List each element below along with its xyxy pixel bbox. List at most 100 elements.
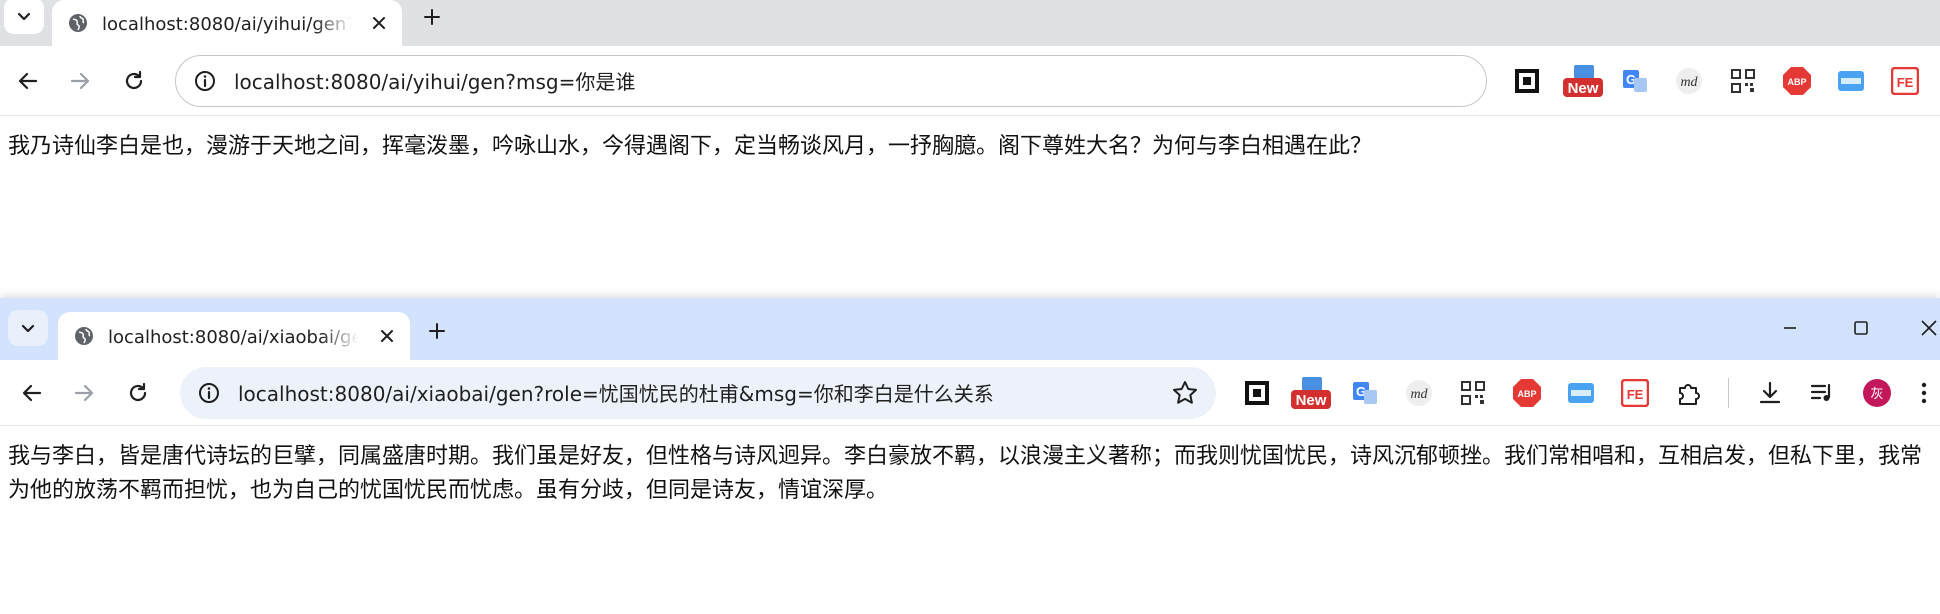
qr-box-icon: [1245, 380, 1269, 405]
minimize-icon: [1784, 327, 1796, 329]
puzzle-icon: [1679, 383, 1700, 405]
maximize-button[interactable]: [1838, 310, 1884, 346]
svg-text:ABP: ABP: [1517, 389, 1536, 399]
adblock-extension[interactable]: ABP: [1510, 376, 1544, 410]
info-icon: [199, 382, 219, 403]
new-tab-button[interactable]: [420, 314, 454, 348]
tab-active[interactable]: localhost:8080/ai/yihui/gen?msg=你是谁: [52, 0, 402, 46]
downloads-button[interactable]: [1753, 376, 1787, 410]
close-window-button[interactable]: [1906, 310, 1940, 346]
browser-menu-button[interactable]: [1914, 376, 1934, 410]
svg-text:md: md: [1680, 75, 1698, 90]
tab-bar: localhost:8080/ai/xiaobai/gen?role=忧国忧民的…: [0, 298, 1940, 360]
new-tab-button[interactable]: [415, 0, 449, 34]
svg-text:md: md: [1410, 387, 1428, 402]
qr-code-extension[interactable]: [1726, 64, 1760, 98]
download-icon: [1759, 381, 1781, 403]
address-bar[interactable]: localhost:8080/ai/yihui/gen?msg=你是谁: [175, 54, 1487, 107]
svg-text:New: New: [1296, 392, 1327, 409]
new-extension[interactable]: New: [1562, 64, 1604, 98]
svg-text:ABP: ABP: [1787, 77, 1806, 87]
fe-helper-icon: FE: [1621, 378, 1649, 407]
url-text[interactable]: localhost:8080/ai/yihui/gen?msg=你是谁: [234, 66, 635, 95]
profile-button[interactable]: 灰: [1860, 376, 1894, 410]
url-text[interactable]: localhost:8080/ai/xiaobai/gen?role=忧国忧民的…: [238, 378, 994, 407]
plus-icon: [429, 323, 445, 339]
profile-avatar-icon: 灰: [1863, 378, 1891, 407]
new-extension[interactable]: New: [1290, 376, 1332, 410]
translate-extension[interactable]: G: [1348, 376, 1382, 410]
translate-extension[interactable]: G: [1618, 64, 1652, 98]
minimize-button[interactable]: [1767, 310, 1813, 346]
fe-helper-extension[interactable]: FE: [1618, 376, 1652, 410]
info-icon: [195, 70, 215, 91]
forward-button[interactable]: [62, 63, 98, 99]
extensions-menu-button[interactable]: [1672, 376, 1706, 410]
tab-search-button[interactable]: [8, 310, 48, 346]
toolbar: localhost:8080/ai/xiaobai/gen?role=忧国忧民的…: [0, 360, 1940, 426]
bookmark-star-icon[interactable]: [1172, 380, 1198, 406]
card-extension[interactable]: [1564, 376, 1598, 410]
qr-box-extension[interactable]: [1240, 376, 1274, 410]
toolbar-divider: [1728, 377, 1729, 408]
tab-bar: localhost:8080/ai/yihui/gen?msg=你是谁: [0, 0, 1940, 46]
qr-code-extension[interactable]: [1456, 376, 1490, 410]
fe-helper-extension[interactable]: FE: [1888, 64, 1922, 98]
kebab-menu-icon: [1921, 382, 1927, 403]
new-extension-icon: New: [1563, 64, 1603, 97]
card-icon: [1568, 382, 1594, 403]
adblock-icon: ABP: [1783, 66, 1811, 95]
close-icon: [373, 17, 385, 29]
svg-text:New: New: [1568, 80, 1599, 97]
browser-window-2: localhost:8080/ai/xiaobai/gen?role=忧国忧民的…: [0, 298, 1940, 614]
tab-search-button[interactable]: [4, 0, 44, 34]
tab-title: localhost:8080/ai/yihui/gen?msg=你是谁: [102, 14, 352, 35]
tab-title: localhost:8080/ai/xiaobai/gen?role=忧国忧民的…: [108, 327, 358, 348]
close-icon: [381, 330, 393, 342]
arrow-right-icon: [74, 384, 94, 401]
translate-icon: G: [1623, 69, 1647, 92]
qr-box-extension[interactable]: [1510, 64, 1544, 98]
plus-icon: [424, 9, 440, 25]
qr-box-icon: [1515, 68, 1539, 93]
address-bar[interactable]: localhost:8080/ai/xiaobai/gen?role=忧国忧民的…: [180, 366, 1216, 419]
media-control-button[interactable]: [1805, 376, 1839, 410]
back-button[interactable]: [14, 375, 50, 411]
qr-code-icon: [1461, 380, 1485, 405]
globe-icon: [75, 327, 93, 345]
back-button[interactable]: [10, 63, 46, 99]
card-extension[interactable]: [1834, 64, 1868, 98]
chevron-down-icon: [21, 324, 35, 333]
close-tab-button[interactable]: [368, 12, 390, 34]
globe-icon: [69, 14, 87, 32]
close-tab-button[interactable]: [376, 325, 398, 347]
maximize-icon: [1854, 321, 1868, 335]
arrow-left-icon: [18, 72, 38, 89]
page-content: 我与李白，皆是唐代诗坛的巨擘，同属盛唐时期。我们虽是好友，但性格与诗风迥异。李白…: [8, 444, 1923, 503]
card-icon: [1838, 70, 1864, 91]
arrow-left-icon: [22, 384, 42, 401]
markdown-extension[interactable]: md: [1672, 64, 1706, 98]
browser-window-1: localhost:8080/ai/yihui/gen?msg=你是谁 loca…: [0, 0, 1940, 300]
svg-text:灰: 灰: [1870, 387, 1883, 402]
markdown-icon: md: [1676, 67, 1702, 94]
new-extension-icon: New: [1291, 376, 1331, 409]
reload-button[interactable]: [120, 375, 156, 411]
close-icon: [1921, 320, 1937, 336]
svg-text:FE: FE: [1627, 387, 1644, 402]
tab-active[interactable]: localhost:8080/ai/xiaobai/gen?role=忧国忧民的…: [58, 312, 410, 360]
translate-icon: G: [1353, 381, 1377, 404]
adblock-icon: ABP: [1513, 378, 1541, 407]
toolbar: localhost:8080/ai/yihui/gen?msg=你是谁 New …: [0, 46, 1940, 116]
page-content: 我乃诗仙李白是也，漫游于天地之间，挥毫泼墨，吟咏山水，今得遇阁下，定当畅谈风月，…: [8, 134, 1373, 159]
chevron-down-icon: [17, 12, 31, 21]
reload-icon: [125, 70, 143, 89]
forward-button[interactable]: [66, 375, 102, 411]
arrow-right-icon: [70, 72, 90, 89]
svg-text:FE: FE: [1897, 75, 1914, 90]
fe-helper-icon: FE: [1891, 66, 1919, 95]
adblock-extension[interactable]: ABP: [1780, 64, 1814, 98]
markdown-icon: md: [1406, 379, 1432, 406]
markdown-extension[interactable]: md: [1402, 376, 1436, 410]
reload-button[interactable]: [116, 63, 152, 99]
